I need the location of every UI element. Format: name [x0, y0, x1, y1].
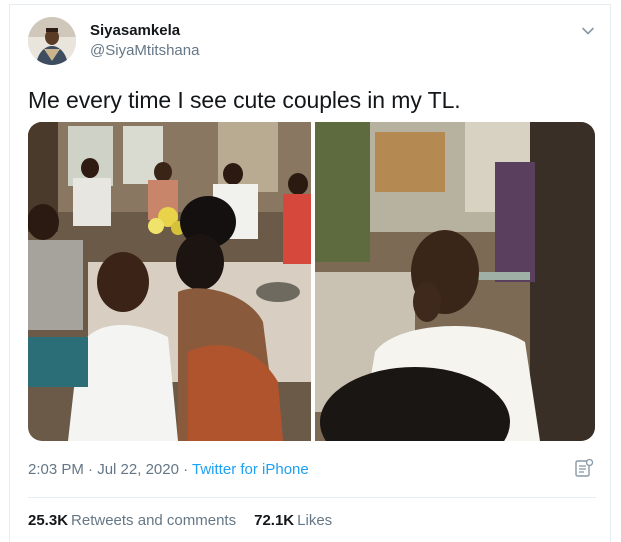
tweet-stats: 25.3K Retweets and comments 72.1K Likes [28, 511, 332, 531]
divider [28, 497, 596, 498]
tweet-card[interactable]: Siyasamkela @SiyaMtitshana Me every time… [9, 4, 611, 542]
photo-man-watching[interactable] [315, 122, 595, 441]
meta-separator-1: · [83, 461, 98, 478]
analytics-icon[interactable] [574, 458, 594, 478]
photo-couple-kissing[interactable] [28, 122, 311, 441]
user-handle[interactable]: @SiyaMtitshana [90, 41, 199, 61]
meta-separator-2: · [178, 461, 193, 478]
tweet-time[interactable]: 2:03 PM [28, 461, 84, 478]
tweet-meta: 2:03 PM · Jul 22, 2020 · Twitter for iPh… [28, 460, 309, 480]
retweets-label: Retweets and comments [71, 512, 237, 529]
retweets-stat[interactable]: 25.3K Retweets and comments [28, 511, 236, 531]
tweet-media[interactable] [28, 122, 595, 441]
avatar[interactable] [28, 17, 76, 65]
likes-label: Likes [297, 512, 333, 529]
retweets-count: 25.3K [28, 512, 69, 529]
tweet-date[interactable]: Jul 22, 2020 [97, 461, 179, 478]
tweet-header: Siyasamkela @SiyaMtitshana [10, 5, 610, 71]
avatar-image [28, 17, 76, 65]
likes-count: 72.1K [254, 512, 295, 529]
tweet-text: Me every time I see cute couples in my T… [28, 87, 461, 113]
display-name[interactable]: Siyasamkela [90, 21, 199, 41]
chevron-down-icon[interactable] [580, 23, 596, 39]
likes-stat[interactable]: 72.1K Likes [254, 511, 332, 531]
tweet-source-link[interactable]: Twitter for iPhone [192, 461, 309, 478]
user-name-block: Siyasamkela @SiyaMtitshana [90, 21, 199, 61]
